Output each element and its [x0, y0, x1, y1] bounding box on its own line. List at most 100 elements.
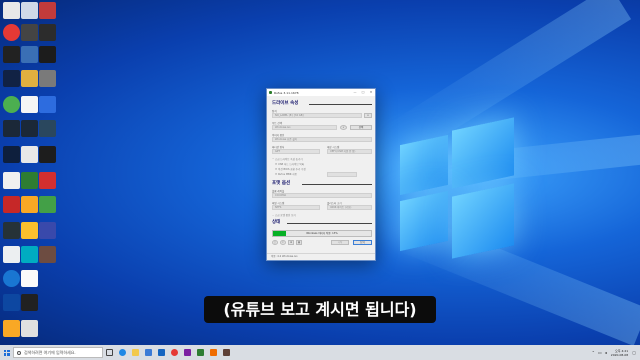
desktop-icon[interactable]: [39, 246, 56, 263]
video-subtitle: (유튜브 보고 계시면 됩니다): [204, 296, 436, 323]
taskbar-search-box[interactable]: 검색하려면 여기에 입력하세요.: [13, 347, 103, 358]
chrome-icon[interactable]: [168, 345, 181, 360]
music-app-icon[interactable]: [207, 345, 220, 360]
advanced-drive-toggle[interactable]: ⌃ 고급 드라이브 속성 숨기기: [272, 157, 303, 161]
desktop-icon[interactable]: [3, 2, 20, 19]
cluster-size-select[interactable]: 4096 바이트 (기본): [327, 205, 372, 210]
desktop-icon[interactable]: [3, 146, 20, 163]
progress-bar: Windows 이미지 적용: 13%: [272, 230, 372, 237]
partition-select[interactable]: GPT: [272, 149, 320, 154]
desktop-icon[interactable]: [21, 120, 38, 137]
desktop-icon[interactable]: [39, 24, 56, 41]
title-bar[interactable]: Rufus 3.11.1678 — □ ✕: [267, 89, 375, 96]
boot-select[interactable]: Windows.iso: [272, 125, 337, 130]
bios-id-select[interactable]: [327, 172, 357, 177]
clock-date: 2020-08-08: [610, 352, 629, 357]
video-app-icon[interactable]: [181, 345, 194, 360]
minimize-button[interactable]: —: [351, 89, 359, 96]
desktop-icon[interactable]: [3, 24, 20, 41]
notification-icon[interactable]: ▢: [632, 350, 636, 355]
device-select[interactable]: NO_LABEL (E:) [32 GB]: [272, 113, 362, 118]
desktop-icon[interactable]: [21, 246, 38, 263]
status-heading: 상태: [272, 220, 281, 225]
task-view-icon[interactable]: [103, 345, 116, 360]
save-icon[interactable]: ▫: [364, 113, 372, 118]
desktop-icon[interactable]: [21, 2, 38, 19]
desktop-icon[interactable]: [39, 222, 56, 239]
desktop-icon[interactable]: [21, 172, 38, 189]
start-button[interactable]: 시작: [331, 240, 349, 245]
select-button[interactable]: 선택: [350, 125, 372, 130]
desktop-icon[interactable]: [39, 2, 56, 19]
rufus-window: Rufus 3.11.1678 — □ ✕ 드라이브 속성 장치 NO_LABE…: [266, 88, 376, 261]
desktop-icon[interactable]: [39, 172, 56, 189]
advanced-drive-label: 고급 드라이브 속성 숨기기: [274, 158, 303, 161]
store-icon[interactable]: [142, 345, 155, 360]
desktop-icon[interactable]: [3, 120, 20, 137]
close-window-button[interactable]: ✕: [367, 89, 375, 96]
desktop-icon[interactable]: [39, 70, 56, 87]
desktop-icon[interactable]: [39, 196, 56, 213]
desktop-icon[interactable]: [21, 320, 38, 337]
checkbox-rufus-mbr[interactable]: ☐ Rufus MBR 사용: [275, 172, 297, 176]
checkbox-bios-fix[interactable]: ☐ 이전 BIOS 호환 추가 수정: [275, 167, 306, 171]
desktop-icon[interactable]: [39, 46, 56, 63]
desktop-icon[interactable]: [21, 70, 38, 87]
checkbox-usb-hdd[interactable]: ☐ USB 하드 드라이브 목록: [275, 162, 304, 166]
desktop-icon[interactable]: [3, 196, 20, 213]
image-option-select[interactable]: Windows 표준 설치: [272, 137, 372, 142]
taskbar: 검색하려면 여기에 입력하세요. ⌃ ▭ ◂ 오후 4:21 2020-08-0…: [0, 345, 640, 360]
game-app-icon[interactable]: [194, 345, 207, 360]
desktop-icon[interactable]: [21, 96, 38, 113]
desktop-icon[interactable]: [39, 146, 56, 163]
settings-icon[interactable]: ≡: [288, 240, 294, 245]
advanced-format-label: 고급 포맷 옵션 보기: [274, 214, 296, 217]
desktop-icon[interactable]: [21, 294, 38, 311]
start-button[interactable]: [0, 345, 13, 360]
rufus-taskbar-icon[interactable]: [220, 345, 233, 360]
network-icon[interactable]: ▭: [598, 350, 602, 355]
desktop-icon[interactable]: [3, 96, 20, 113]
volume-icon[interactable]: ◂: [605, 350, 607, 355]
check-icon[interactable]: ✓: [340, 125, 347, 130]
desktop-icon[interactable]: [39, 120, 56, 137]
windows-logo-pane: [400, 190, 448, 252]
desktop-icon[interactable]: [39, 96, 56, 113]
mail-icon[interactable]: [155, 345, 168, 360]
desktop-icon[interactable]: [3, 294, 20, 311]
target-system-select[interactable]: UEFI (CSM 지원 안 함): [327, 149, 372, 154]
divider: [302, 184, 372, 185]
close-button[interactable]: 닫기: [353, 240, 372, 245]
file-explorer-icon[interactable]: [129, 345, 142, 360]
volume-label-input[interactable]: CCCOMA: [272, 193, 372, 198]
system-tray: ⌃ ▭ ◂ 오후 4:21 2020-08-08 ▢: [592, 345, 640, 360]
window-title: Rufus 3.11.1678: [274, 90, 299, 95]
chevron-up-icon[interactable]: ⌃: [592, 350, 595, 355]
info-icon[interactable]: i: [280, 240, 286, 245]
desktop-icon[interactable]: [21, 270, 38, 287]
usb-drive-icon: [269, 91, 272, 94]
desktop-icon[interactable]: [3, 246, 20, 263]
desktop-icon[interactable]: [21, 196, 38, 213]
checkbox-label: Rufus MBR 사용: [278, 173, 297, 176]
desktop-icon[interactable]: [3, 222, 20, 239]
desktop-icon[interactable]: [21, 222, 38, 239]
desktop-icon[interactable]: [3, 320, 20, 337]
advanced-format-toggle[interactable]: ⌄ 고급 포맷 옵션 보기: [272, 213, 296, 217]
desktop-icon[interactable]: [21, 46, 38, 63]
windows-logo-icon: [3, 349, 10, 356]
desktop-icon[interactable]: [21, 24, 38, 41]
drive-properties-heading: 드라이브 속성: [272, 101, 299, 106]
clock[interactable]: 오후 4:21 2020-08-08: [611, 349, 628, 357]
file-system-select[interactable]: NTFS: [272, 205, 320, 210]
log-icon[interactable]: ▤: [296, 240, 302, 245]
maximize-button[interactable]: □: [359, 89, 367, 96]
desktop-icon[interactable]: [3, 270, 20, 287]
desktop-icon[interactable]: [3, 70, 20, 87]
desktop-icon[interactable]: [3, 172, 20, 189]
desktop-icon[interactable]: [21, 146, 38, 163]
checkbox-label: 이전 BIOS 호환 추가 수정: [278, 168, 306, 171]
edge-icon[interactable]: [116, 345, 129, 360]
desktop-icon[interactable]: [3, 46, 20, 63]
globe-icon[interactable]: ◌: [272, 240, 278, 245]
